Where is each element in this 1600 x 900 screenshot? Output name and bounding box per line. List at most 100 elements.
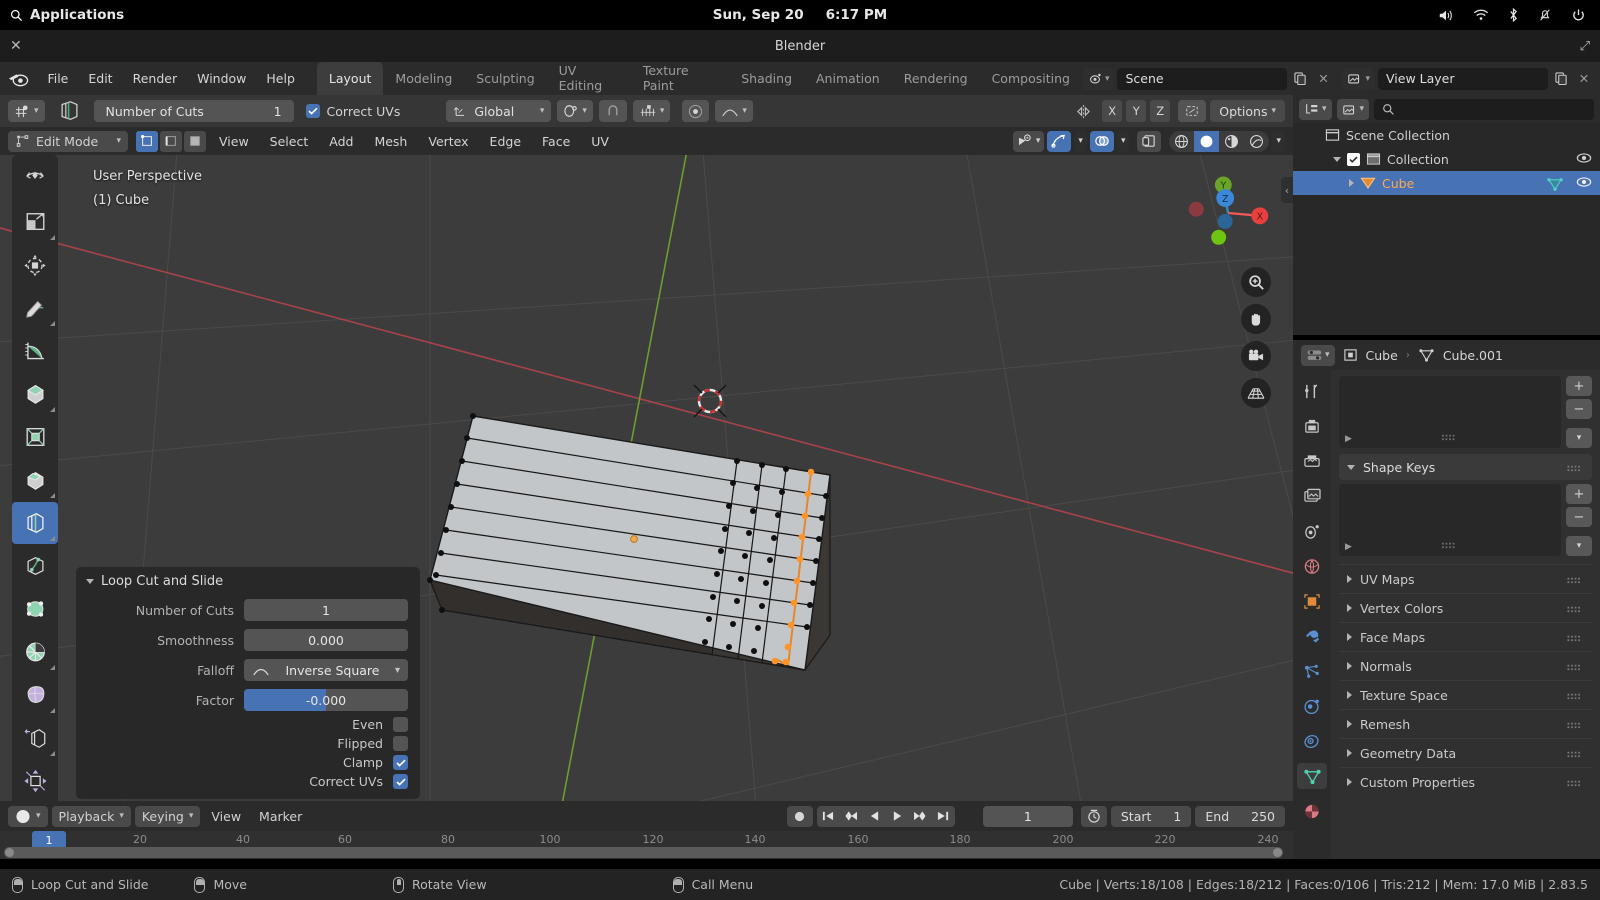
timeline-keying-menu[interactable]: Keying ▾ bbox=[134, 805, 201, 827]
tool-smooth[interactable] bbox=[12, 674, 58, 716]
pivot-point-select[interactable]: ▾ bbox=[557, 100, 593, 122]
window-maximize-button[interactable]: ⤢ bbox=[1580, 39, 1590, 54]
checkbox-clamp[interactable] bbox=[393, 755, 408, 770]
shape-keys-panel-header[interactable]: Shape Keys bbox=[1339, 454, 1592, 480]
panel-uv-maps[interactable]: UV Maps bbox=[1339, 564, 1592, 593]
field-value[interactable]: 0.000 bbox=[244, 629, 408, 651]
shape-key-specials-button[interactable]: ▾ bbox=[1566, 536, 1592, 556]
grip-icon[interactable] bbox=[1567, 775, 1584, 790]
pan-hand-icon[interactable] bbox=[1241, 304, 1271, 334]
disclosure-triangle-icon[interactable] bbox=[1333, 156, 1341, 162]
tool-measure[interactable] bbox=[12, 330, 58, 372]
scene-browse-icon[interactable]: ▾ bbox=[1081, 67, 1115, 90]
notifications-off-icon[interactable] bbox=[1538, 7, 1552, 23]
shading-wireframe-icon[interactable] bbox=[1169, 131, 1194, 152]
properties-editor-type-icon[interactable]: ▾ bbox=[1301, 344, 1335, 366]
frame-range-end[interactable]: End 250 bbox=[1195, 805, 1285, 827]
viewport-menu-vertex[interactable]: Vertex bbox=[420, 131, 476, 152]
blender-logo-icon[interactable] bbox=[0, 71, 37, 87]
properties-tab-modifier[interactable] bbox=[1297, 623, 1327, 649]
bluetooth-icon[interactable] bbox=[1508, 7, 1519, 23]
grip-icon[interactable] bbox=[1567, 746, 1584, 761]
shape-keys-listbox[interactable]: ▶ bbox=[1339, 484, 1561, 556]
viewport-menu-mesh[interactable]: Mesh bbox=[366, 131, 415, 152]
mirror-options-icon[interactable] bbox=[1069, 100, 1098, 122]
snap-tool-icon[interactable]: ▾ bbox=[8, 100, 45, 122]
panel-texture-space[interactable]: Texture Space bbox=[1339, 680, 1592, 709]
auto-keying-button[interactable] bbox=[786, 805, 813, 827]
grip-icon[interactable] bbox=[1567, 659, 1584, 674]
operator-field-factor[interactable]: Factor -0.000 bbox=[76, 687, 420, 713]
tool-spin[interactable] bbox=[12, 631, 58, 673]
collection-checkbox[interactable] bbox=[1347, 152, 1360, 166]
tool-shrink-fatten[interactable] bbox=[12, 760, 58, 801]
viewport-menu-face[interactable]: Face bbox=[534, 131, 578, 152]
previous-keyframe-button[interactable] bbox=[840, 806, 863, 827]
operator-checkbox-flipped[interactable]: Flipped bbox=[76, 736, 420, 751]
interaction-mode-select[interactable]: Edit Mode ▾ bbox=[8, 130, 128, 152]
menu-help[interactable]: Help bbox=[256, 67, 305, 90]
proportional-falloff-select[interactable]: ▾ bbox=[715, 100, 753, 122]
grip-icon[interactable] bbox=[1567, 688, 1584, 703]
proportional-editing-toggle[interactable] bbox=[682, 100, 710, 122]
shape-keys-list[interactable]: ▶ + − ▾ bbox=[1339, 484, 1592, 556]
operator-field-falloff[interactable]: Falloff Inverse Square ▾ bbox=[76, 657, 420, 683]
visibility-eye-icon[interactable] bbox=[1576, 152, 1592, 167]
3d-viewport[interactable]: User Perspective (1) Cube X Y Z Loop Cut… bbox=[0, 155, 1293, 801]
shading-options-dropdown[interactable]: ▾ bbox=[1272, 130, 1285, 152]
frame-range-start[interactable]: Start 1 bbox=[1110, 805, 1192, 827]
overlay-options-dropdown[interactable]: ▾ bbox=[1116, 130, 1130, 152]
shading-material-preview-icon[interactable] bbox=[1219, 131, 1244, 152]
tool-inset-faces[interactable] bbox=[12, 416, 58, 458]
tool-extrude-region[interactable] bbox=[12, 373, 58, 415]
show-overlays-toggle[interactable] bbox=[1089, 130, 1114, 152]
disclosure-triangle-icon[interactable] bbox=[1349, 179, 1354, 187]
add-vertex-group-button[interactable]: + bbox=[1566, 376, 1592, 396]
outliner-row-cube[interactable]: Cube bbox=[1293, 171, 1600, 195]
outliner-search-input[interactable] bbox=[1374, 98, 1594, 120]
checkbox-even[interactable] bbox=[393, 717, 408, 732]
new-view-layer-button[interactable] bbox=[1551, 68, 1571, 90]
mirror-axis-x[interactable]: X bbox=[1102, 100, 1123, 122]
add-shape-key-button[interactable]: + bbox=[1566, 484, 1592, 504]
remove-scene-button[interactable]: ✕ bbox=[1313, 68, 1333, 90]
correct-uvs-toggle[interactable]: Correct UVs bbox=[305, 104, 400, 119]
tool-tweak[interactable] bbox=[12, 158, 58, 200]
checkbox-correct-uvs[interactable] bbox=[393, 774, 408, 789]
workspace-tab-texture-paint[interactable]: Texture Paint bbox=[631, 62, 729, 95]
number-of-cuts-field[interactable]: Number of Cuts 1 bbox=[93, 100, 294, 122]
tool-select-box[interactable] bbox=[12, 201, 58, 243]
snapping-options[interactable]: ▾ bbox=[632, 100, 671, 122]
viewport-menu-add[interactable]: Add bbox=[321, 131, 361, 152]
workspace-tab-rendering[interactable]: Rendering bbox=[892, 62, 980, 95]
mirror-axis-y[interactable]: Y bbox=[1126, 100, 1147, 122]
window-close-button[interactable]: ✕ bbox=[10, 38, 22, 54]
topology-mirror-icon[interactable] bbox=[1178, 100, 1207, 122]
view-layer-browse-icon[interactable]: ▾ bbox=[1342, 67, 1375, 90]
grip-icon[interactable] bbox=[1442, 537, 1459, 552]
viewport-menu-select[interactable]: Select bbox=[262, 131, 317, 152]
properties-tab-object[interactable] bbox=[1297, 588, 1327, 614]
zoom-icon[interactable] bbox=[1241, 267, 1271, 297]
menu-render[interactable]: Render bbox=[123, 67, 188, 90]
navigation-gizmo[interactable]: X Y Z bbox=[1185, 170, 1271, 256]
properties-tab-physics[interactable] bbox=[1297, 693, 1327, 719]
timeline-view-menu[interactable]: View bbox=[204, 806, 248, 827]
operator-checkbox-correct-uvs[interactable]: Correct UVs bbox=[76, 774, 420, 789]
operator-checkbox-even[interactable]: Even bbox=[76, 717, 420, 732]
grip-icon[interactable] bbox=[1567, 601, 1584, 616]
play-reverse-button[interactable] bbox=[863, 806, 886, 827]
viewport-menu-view[interactable]: View bbox=[211, 131, 257, 152]
scene-name-field[interactable]: Scene bbox=[1117, 67, 1288, 90]
remove-shape-key-button[interactable]: − bbox=[1566, 507, 1592, 527]
vertex-groups-listbox[interactable]: ▶ bbox=[1339, 376, 1561, 448]
viewport-menu-edge[interactable]: Edge bbox=[482, 131, 529, 152]
workspace-tab-shading[interactable]: Shading bbox=[729, 62, 804, 95]
workspace-tab-layout[interactable]: Layout bbox=[316, 62, 384, 95]
properties-tab-scene[interactable] bbox=[1297, 518, 1327, 544]
correct-uvs-checkbox[interactable] bbox=[305, 104, 320, 118]
operator-panel-header[interactable]: Loop Cut and Slide bbox=[76, 567, 420, 597]
menu-window[interactable]: Window bbox=[187, 67, 256, 90]
menu-file[interactable]: File bbox=[37, 67, 78, 90]
visibility-eye-icon[interactable] bbox=[1576, 176, 1592, 191]
